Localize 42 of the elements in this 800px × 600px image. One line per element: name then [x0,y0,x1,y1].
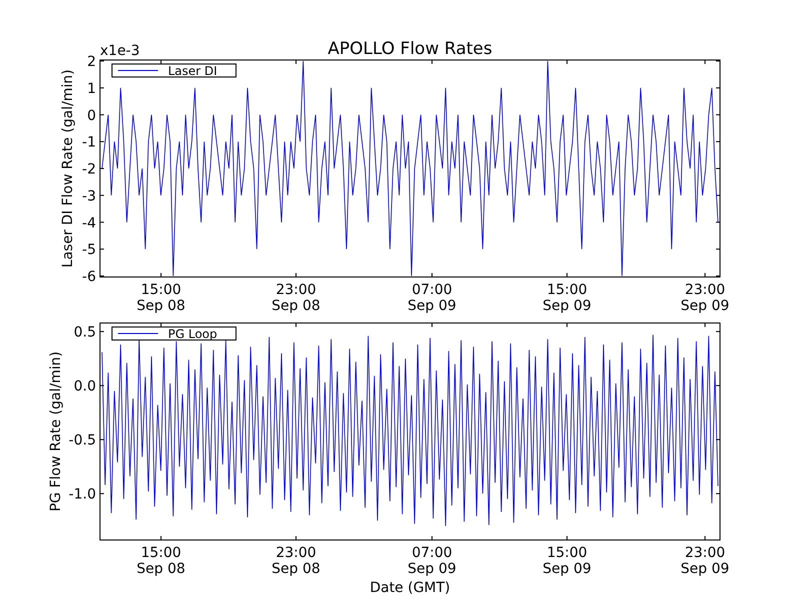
tick-label: -4 [82,215,96,232]
legend-box: PG Loop [112,326,236,341]
tick-label: Sep 09 [542,298,592,314]
tick-label: 15:00 [546,282,588,298]
tick-label: 0.0 [74,378,96,395]
tick-label: Sep 08 [272,561,320,577]
tick-label: -2 [82,162,96,178]
tick-label: -5 [82,242,96,258]
tick-label: -6 [82,269,96,285]
tick-label: 15:00 [140,282,182,298]
tick-label: 07:00 [412,282,452,298]
tick-label: -1 [82,134,96,151]
axis-title: Laser DI Flow Rate (gal/min) [60,69,76,268]
legend-label: Laser DI [168,64,218,78]
tick-label: Sep 09 [680,561,730,577]
tick-label: 23:00 [276,282,316,298]
chart-title: APOLLO Flow Rates [328,39,492,59]
tick-label: 23:00 [276,545,316,561]
axis-title: PG Flow Rate (gal/min) [48,351,64,512]
tick-label: Sep 08 [272,298,320,314]
tick-label: 15:00 [140,545,182,561]
scale-label: x1e-3 [100,43,140,59]
legend-box: Laser DI [112,64,236,78]
tick-label: 23:00 [684,545,726,561]
tick-label: -3 [82,188,96,204]
tick-label: Sep 09 [680,298,730,314]
tick-label: 1 [87,80,96,97]
tick-label: 23:00 [684,282,726,298]
axis-title: Date (GMT) [370,580,450,596]
legend-label: PG Loop [168,327,218,341]
tick-label: Sep 09 [408,298,456,314]
tick-label: Sep 08 [136,561,186,577]
tick-label: Sep 09 [408,561,456,577]
tick-label: -1.0 [68,486,96,503]
tick-label: 15:00 [546,545,588,561]
tick-label: 0 [87,108,96,124]
tick-label: -0.5 [68,432,96,449]
tick-label: Sep 08 [136,298,186,314]
tick-label: 2 [87,54,96,70]
tick-label: 07:00 [412,545,452,561]
tick-label: 0.5 [74,324,96,341]
tick-label: Sep 09 [542,561,592,577]
